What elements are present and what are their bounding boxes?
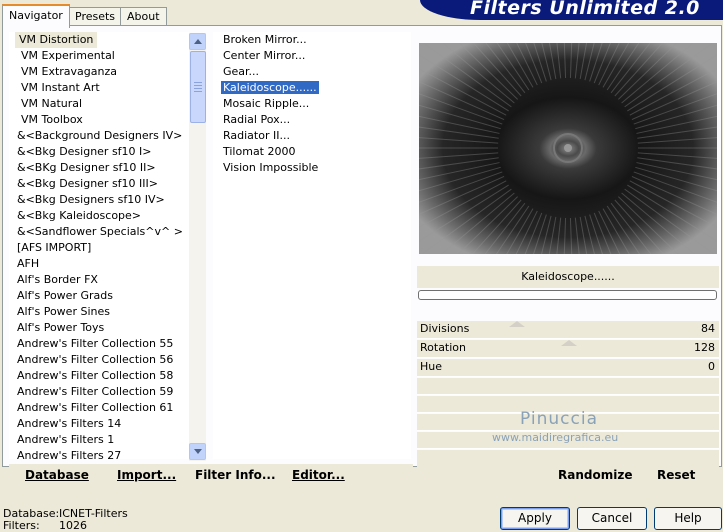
category-item[interactable]: AFH bbox=[9, 256, 189, 272]
reset-button[interactable]: Reset bbox=[657, 468, 695, 482]
category-item[interactable]: Andrew's Filters 14 bbox=[9, 416, 189, 432]
navigator-button-bar: Database Import... Filter Info... Editor… bbox=[9, 464, 413, 488]
cancel-button[interactable]: Cancel bbox=[577, 507, 647, 530]
selected-filter-name: Kaleidoscope...... bbox=[417, 266, 719, 288]
filter-item-label: Tilomat 2000 bbox=[223, 145, 296, 158]
param-value: 128 bbox=[694, 341, 715, 354]
param-label: Rotation bbox=[420, 341, 467, 354]
scroll-down-button[interactable] bbox=[189, 443, 206, 460]
filter-item-label: Radial Pox... bbox=[223, 113, 291, 126]
category-item[interactable]: VM Distortion bbox=[9, 32, 189, 48]
slider-hue[interactable]: Hue 0 bbox=[417, 359, 719, 377]
filter-item-label: Vision Impossible bbox=[223, 161, 319, 174]
category-item[interactable]: Andrew's Filters 27 bbox=[9, 448, 189, 459]
category-item[interactable]: VM Natural bbox=[9, 96, 189, 112]
status-label: Filters: bbox=[3, 519, 40, 532]
chevron-up-icon bbox=[194, 39, 202, 44]
database-button[interactable]: Database bbox=[25, 468, 89, 482]
filter-item[interactable]: Mosaic Ripple... bbox=[213, 96, 411, 112]
filter-item-label: Radiator II... bbox=[223, 129, 290, 142]
category-item[interactable]: VM Instant Art bbox=[9, 80, 189, 96]
filter-item[interactable]: Radial Pox... bbox=[213, 112, 411, 128]
category-item[interactable]: Andrew's Filter Collection 59 bbox=[9, 384, 189, 400]
slider-empty bbox=[417, 378, 719, 395]
filter-preview bbox=[419, 43, 717, 254]
param-label: Divisions bbox=[420, 322, 470, 335]
filter-item[interactable]: Kaleidoscope...... bbox=[213, 80, 411, 96]
category-item[interactable]: &<Bkg Kaleidoscope> bbox=[9, 208, 189, 224]
tab-navigator[interactable]: Navigator bbox=[2, 4, 70, 28]
param-value: 0 bbox=[708, 360, 715, 373]
filter-item-label: Broken Mirror... bbox=[223, 33, 307, 46]
category-scrollbar[interactable] bbox=[189, 33, 206, 461]
filter-item-label: Gear... bbox=[223, 65, 260, 78]
category-item[interactable]: Alf's Power Sines bbox=[9, 304, 189, 320]
category-item[interactable]: Andrew's Filter Collection 55 bbox=[9, 336, 189, 352]
editor-button[interactable]: Editor... bbox=[292, 468, 345, 482]
category-item[interactable]: &<Bkg Designer sf10 I> bbox=[9, 144, 189, 160]
filter-item[interactable]: Vision Impossible bbox=[213, 160, 411, 176]
category-item[interactable]: Andrew's Filter Collection 58 bbox=[9, 368, 189, 384]
category-item[interactable]: VM Experimental bbox=[9, 48, 189, 64]
filter-item[interactable]: Broken Mirror... bbox=[213, 32, 411, 48]
product-banner: Filters Unlimited 2.0 bbox=[420, 0, 723, 20]
apply-button[interactable]: Apply bbox=[500, 507, 570, 530]
category-item[interactable]: VM Toolbox bbox=[9, 112, 189, 128]
banner-title: Filters Unlimited 2.0 bbox=[470, 0, 700, 19]
filter-item-label: Center Mirror... bbox=[223, 49, 306, 62]
watermark-name: Pinuccia bbox=[520, 409, 598, 429]
help-button[interactable]: Help bbox=[654, 507, 722, 530]
filter-item[interactable]: Tilomat 2000 bbox=[213, 144, 411, 160]
slider-divisions[interactable]: Divisions 84 bbox=[417, 321, 719, 339]
category-item[interactable]: &<Sandflower Specials^v^ > bbox=[9, 224, 189, 240]
category-item[interactable]: Andrew's Filter Collection 56 bbox=[9, 352, 189, 368]
category-item[interactable]: Alf's Border FX bbox=[9, 272, 189, 288]
status-filters: Filters: 1026 bbox=[3, 519, 87, 532]
category-item[interactable]: &<BKg Designer sf10 II> bbox=[9, 160, 189, 176]
navigator-panel: VM Distortion VM Experimental VM Extravaga… bbox=[2, 25, 722, 488]
import-button[interactable]: Import... bbox=[117, 468, 176, 482]
filter-item-label: Mosaic Ripple... bbox=[223, 97, 310, 110]
filter-item[interactable]: Radiator II... bbox=[213, 128, 411, 144]
param-value: 84 bbox=[701, 322, 715, 335]
parameter-button-bar: Randomize Reset bbox=[417, 464, 719, 488]
scroll-up-button[interactable] bbox=[189, 33, 206, 50]
scroll-thumb[interactable] bbox=[190, 51, 206, 123]
category-item[interactable]: &<Bkg Designers sf10 IV> bbox=[9, 192, 189, 208]
chevron-down-icon bbox=[194, 449, 202, 454]
tab-about[interactable]: About bbox=[120, 7, 167, 26]
category-item-label: VM Distortion bbox=[15, 32, 98, 48]
status-value: 1026 bbox=[59, 519, 87, 532]
filter-item[interactable]: Center Mirror... bbox=[213, 48, 411, 64]
slider-rotation[interactable]: Rotation 128 bbox=[417, 340, 719, 358]
watermark-site: www.maidiregrafica.eu bbox=[492, 431, 619, 444]
category-item[interactable]: &<Bkg Designer sf10 III> bbox=[9, 176, 189, 192]
parameter-sliders: Divisions 84 Rotation 128 Hue 0 bbox=[417, 321, 719, 468]
tab-presets[interactable]: Presets bbox=[68, 7, 123, 26]
param-label: Hue bbox=[420, 360, 443, 373]
filter-item[interactable]: Gear... bbox=[213, 64, 411, 80]
filter-list[interactable]: Broken Mirror... Center Mirror... Gear... K… bbox=[213, 32, 411, 459]
category-item[interactable]: Alf's Power Grads bbox=[9, 288, 189, 304]
category-item[interactable]: Alf's Power Toys bbox=[9, 320, 189, 336]
category-item[interactable]: VM Extravaganza bbox=[9, 64, 189, 80]
category-item[interactable]: [AFS IMPORT] bbox=[9, 240, 189, 256]
category-item[interactable]: Andrew's Filters 1 bbox=[9, 432, 189, 448]
category-item[interactable]: Andrew's Filter Collection 61 bbox=[9, 400, 189, 416]
kaleidoscope-preview-image bbox=[419, 43, 717, 254]
category-item[interactable]: &<Background Designers IV> bbox=[9, 128, 189, 144]
filter-info-button[interactable]: Filter Info... bbox=[195, 468, 276, 482]
category-list[interactable]: VM Distortion VM Experimental VM Extravaga… bbox=[9, 32, 189, 459]
filter-item-label: Kaleidoscope...... bbox=[220, 80, 320, 95]
progress-bar bbox=[418, 290, 717, 300]
randomize-button[interactable]: Randomize bbox=[558, 468, 632, 482]
